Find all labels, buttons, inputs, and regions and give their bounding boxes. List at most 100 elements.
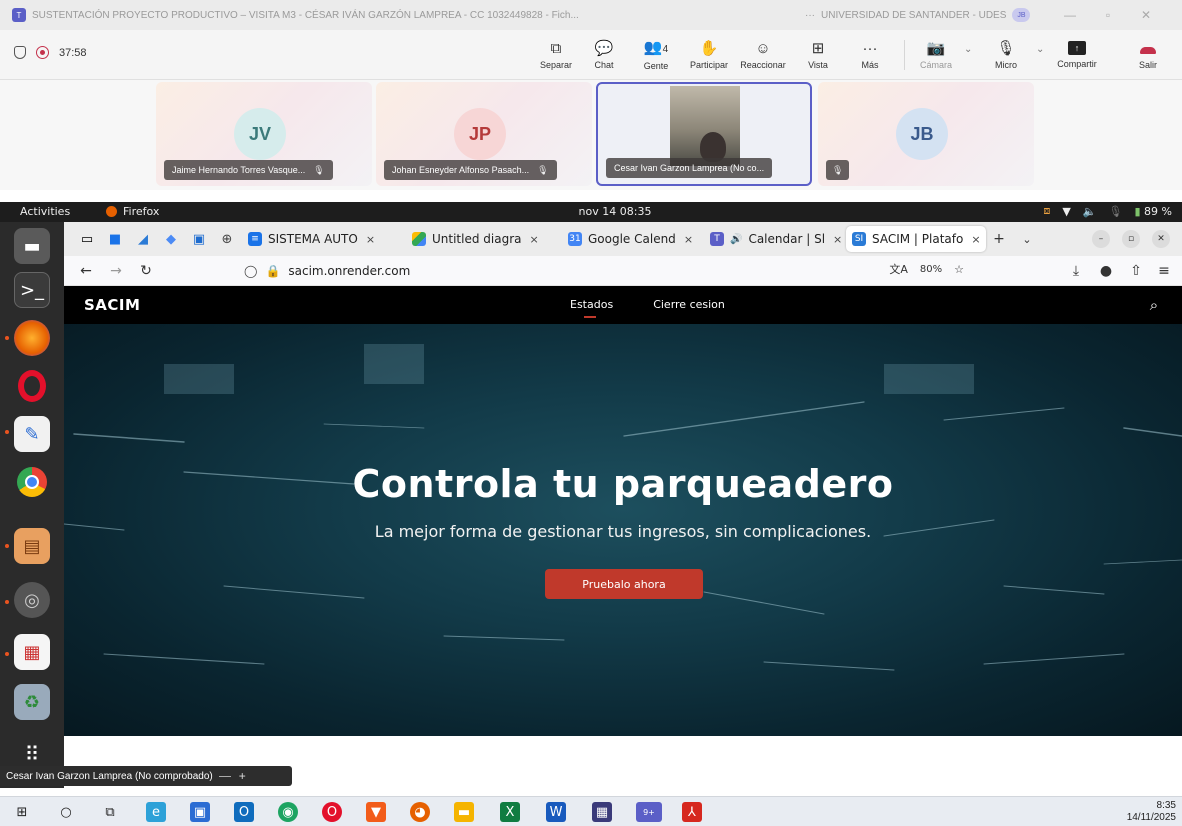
file-explorer-icon[interactable]: ▬ xyxy=(454,802,474,822)
sharer-name: Cesar Ivan Garzon Lamprea (No comprobado… xyxy=(6,770,213,782)
opera-icon[interactable] xyxy=(14,368,50,404)
mic-options-chevron-icon[interactable]: ⌄ xyxy=(1036,44,1044,55)
participant-tile-jv[interactable]: JV Jaime Hernando Torres Vasque... 🎙 xyxy=(156,82,372,186)
profile-badge[interactable]: JB xyxy=(1012,8,1031,22)
share-button[interactable]: ↑ Compartir xyxy=(1052,34,1102,76)
participant-tile-jb[interactable]: JB 🎙 xyxy=(818,82,1034,186)
pinned-tab-icon[interactable]: ◢ xyxy=(132,228,154,250)
outlook-icon[interactable]: O xyxy=(234,802,254,822)
firefox-icon[interactable] xyxy=(14,320,50,356)
chrome-icon[interactable]: ◉ xyxy=(278,802,298,822)
firefox-icon[interactable]: ◕ xyxy=(410,802,430,822)
chrome-icon[interactable] xyxy=(14,464,50,500)
camera-options-chevron-icon[interactable]: ⌄ xyxy=(964,44,972,55)
store-icon[interactable]: ▣ xyxy=(190,802,210,822)
minimize-icon[interactable]: – xyxy=(1092,230,1110,248)
close-tab-icon[interactable]: × xyxy=(530,233,539,246)
restore-icon[interactable]: ▫ xyxy=(1092,0,1124,30)
word-icon[interactable]: W xyxy=(546,802,566,822)
avatar: JP xyxy=(454,108,506,160)
mic-muted-icon: 🎙 xyxy=(832,164,844,175)
teams-icon[interactable]: 9+ xyxy=(636,802,662,822)
share-page-icon[interactable]: ⇧ xyxy=(1126,261,1146,281)
opera-icon[interactable]: O xyxy=(322,802,342,822)
files-icon[interactable]: ▬ xyxy=(14,228,50,264)
hamburger-menu-icon[interactable]: ≡ xyxy=(1154,261,1174,281)
system-tray[interactable]: ⧈ ▼ 🔈 🎙 ▮ 89 % xyxy=(1043,204,1172,218)
brave-icon[interactable]: ▼ xyxy=(366,802,386,822)
tab-sistema[interactable]: ≡ SISTEMA AUTO × xyxy=(242,226,402,252)
close-tab-icon[interactable]: × xyxy=(366,233,375,246)
presentation-icon[interactable]: ▤ xyxy=(14,528,50,564)
close-tab-icon[interactable]: × xyxy=(971,233,980,246)
terminal-icon[interactable]: >_ xyxy=(14,272,50,308)
account-icon[interactable]: ● xyxy=(1096,261,1116,281)
document-viewer-icon[interactable]: ▦ xyxy=(14,634,50,670)
close-icon[interactable]: ✕ xyxy=(1130,0,1162,30)
activities-button[interactable]: Activities xyxy=(20,205,70,218)
people-button[interactable]: 👥4 Gente xyxy=(636,34,676,76)
nav-cierre-sesion[interactable]: Cierre cesion xyxy=(653,298,725,311)
tab-overview-icon[interactable]: ▭ xyxy=(76,228,98,250)
tab-teams-calendar[interactable]: T 🔊 Calendar | Sl × xyxy=(704,226,844,252)
more-options-icon[interactable]: ··· xyxy=(805,10,815,21)
back-arrow-icon[interactable]: ← xyxy=(76,261,96,281)
view-button[interactable]: ⊞ Vista xyxy=(800,34,836,76)
mic-button[interactable]: 🎙 Micro xyxy=(984,34,1028,76)
edge-icon[interactable]: e xyxy=(146,802,166,822)
excel-icon[interactable]: X xyxy=(500,802,520,822)
minimize-icon[interactable]: — xyxy=(1054,0,1086,30)
camera-button[interactable]: 📷 Cámara xyxy=(914,34,958,76)
search-icon[interactable]: ○ xyxy=(56,802,76,822)
reload-icon[interactable]: ↻ xyxy=(136,261,156,281)
site-logo[interactable]: SACIM xyxy=(84,296,140,314)
expand-icon[interactable]: + xyxy=(239,769,246,783)
pdf-reader-icon[interactable]: ⅄ xyxy=(682,802,702,822)
forward-arrow-icon[interactable]: → xyxy=(106,261,126,281)
close-icon[interactable]: ✕ xyxy=(1152,230,1170,248)
raise-hand-button[interactable]: ✋ Participar xyxy=(684,34,734,76)
trash-icon[interactable]: ♻ xyxy=(14,684,50,720)
minimize-icon[interactable] xyxy=(218,775,231,777)
new-tab-icon[interactable]: + xyxy=(988,228,1010,250)
tracking-shield-icon: ◯ xyxy=(244,264,258,278)
app-menu[interactable]: Firefox xyxy=(106,205,159,218)
windows-start-icon[interactable]: ⊞ xyxy=(12,802,32,822)
nav-estados[interactable]: Estados xyxy=(570,298,613,318)
participant-tile-active[interactable]: Cesar Ivan Garzon Lamprea (No co... xyxy=(596,82,812,186)
text-editor-icon[interactable]: ✎ xyxy=(14,416,50,452)
zoom-level[interactable]: 80% xyxy=(920,264,942,275)
pinned-tab-icon[interactable]: ■ xyxy=(104,228,126,250)
disk-icon[interactable]: ◎ xyxy=(14,582,50,618)
translate-icon[interactable]: 文A xyxy=(889,261,908,277)
try-now-button[interactable]: Pruebalo ahora xyxy=(545,569,703,599)
chat-button[interactable]: 💬 Chat xyxy=(586,34,622,76)
search-icon[interactable]: ⌕ xyxy=(1144,295,1164,315)
tab-list-chevron-icon[interactable]: ⌄ xyxy=(1016,228,1038,250)
tab-diagram[interactable]: Untitled diagra × xyxy=(406,226,558,252)
taskbar-clock[interactable]: 8:35 14/11/2025 xyxy=(1127,800,1176,824)
tab-google-calendar[interactable]: 31 Google Calend × xyxy=(562,226,702,252)
participant-name: Johan Esneyder Alfonso Pasach... 🎙 xyxy=(384,160,557,180)
close-tab-icon[interactable]: × xyxy=(684,233,693,246)
globe-icon[interactable]: ⊕ xyxy=(216,228,238,250)
close-tab-icon[interactable]: × xyxy=(833,233,842,246)
react-button[interactable]: ☺ Reaccionar xyxy=(736,34,790,76)
calculator-icon[interactable]: ▦ xyxy=(592,802,612,822)
leave-button[interactable]: Salir xyxy=(1128,34,1168,76)
screen-sharing-bar[interactable]: Cesar Ivan Garzon Lamprea (No comprobado… xyxy=(0,766,292,786)
url-bar[interactable]: ◯ 🔒 sacim.onrender.com 文A 80% ☆ xyxy=(244,259,964,283)
pinned-tab-icon[interactable]: ◆ xyxy=(160,228,182,250)
bookmark-star-icon[interactable]: ☆ xyxy=(954,263,964,276)
screen: T SUSTENTACIÓN PROYECTO PRODUCTIVO – VIS… xyxy=(0,0,1182,826)
system-clock[interactable]: nov 14 08:35 xyxy=(560,205,670,218)
task-view-icon[interactable]: ⧉ xyxy=(100,802,120,822)
restore-icon[interactable]: ▫ xyxy=(1122,230,1140,248)
participant-tile-jp[interactable]: JP Johan Esneyder Alfonso Pasach... 🎙 xyxy=(376,82,592,186)
pinned-tab-icon[interactable]: ▣ xyxy=(188,228,210,250)
separar-button[interactable]: ⧉ Separar xyxy=(536,34,576,76)
downloads-icon[interactable]: ⤓ xyxy=(1066,261,1086,281)
tab-sacim[interactable]: SI SACIM | Platafo × xyxy=(846,226,986,252)
more-button[interactable]: ··· Más xyxy=(852,34,888,76)
mic-muted-icon: 🎙 xyxy=(537,164,549,175)
